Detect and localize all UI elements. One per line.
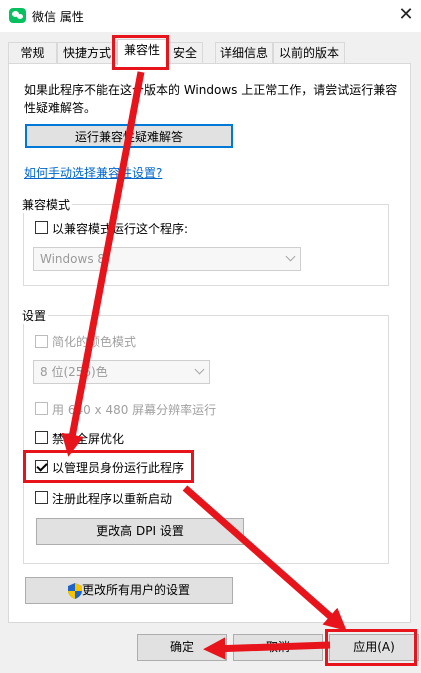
tab-previous-versions[interactable]: 以前的版本 <box>273 42 345 63</box>
color-mode-select-value: 8 位(256)色 <box>40 365 108 379</box>
change-all-users-button[interactable]: 更改所有用户的设置 <box>25 577 233 604</box>
tab-details[interactable]: 详细信息 <box>215 42 273 63</box>
window-title: 微信 属性 <box>32 10 84 24</box>
tab-security[interactable]: 安全 <box>167 42 203 63</box>
run-as-admin-checkbox[interactable] <box>35 460 48 473</box>
res-640-label: 用 640 x 480 屏幕分辨率运行 <box>52 403 217 417</box>
settings-group-label: 设置 <box>20 307 49 324</box>
tab-highlight-box <box>112 35 169 70</box>
compat-mode-select[interactable]: Windows 8 <box>33 247 301 271</box>
compat-mode-label: 以兼容模式运行这个程序: <box>52 222 189 236</box>
compat-mode-checkbox[interactable] <box>35 221 48 234</box>
reduced-color-label: 简化的颜色模式 <box>52 335 137 349</box>
tab-general[interactable]: 常规 <box>8 42 57 63</box>
manual-compat-link[interactable]: 如何手动选择兼容性设置? <box>24 164 162 181</box>
uac-shield-icon <box>68 583 82 599</box>
change-dpi-button[interactable]: 更改高 DPI 设置 <box>36 518 244 545</box>
register-restart-checkbox[interactable] <box>35 491 48 504</box>
disable-fullscreen-label: 禁用全屏优化 <box>52 432 125 446</box>
compat-mode-group-label: 兼容模式 <box>20 196 73 213</box>
color-mode-select[interactable]: 8 位(256)色 <box>33 360 210 384</box>
disable-fullscreen-checkbox[interactable] <box>35 431 48 444</box>
compat-intro-text: 如果此程序不能在这个版本的 Windows 上正常工作，请尝试运行兼容性疑难解答… <box>24 83 398 115</box>
reduced-color-checkbox[interactable] <box>35 335 48 348</box>
compat-mode-group: 兼容模式 <box>20 196 389 286</box>
res-640-checkbox[interactable] <box>35 402 48 415</box>
close-icon[interactable]: ✕ <box>396 5 416 25</box>
run-as-admin-label: 以管理员身份运行此程序 <box>52 461 185 475</box>
cancel-button[interactable]: 取消 <box>233 634 323 661</box>
chevron-down-icon <box>285 251 296 262</box>
register-restart-label: 注册此程序以重新启动 <box>52 492 173 506</box>
tab-shortcut[interactable]: 快捷方式 <box>57 42 117 63</box>
run-troubleshooter-button[interactable]: 运行兼容性疑难解答 <box>25 124 233 148</box>
chevron-down-icon <box>194 364 205 375</box>
wechat-icon <box>9 8 26 23</box>
ok-button[interactable]: 确定 <box>137 634 227 661</box>
compat-mode-select-value: Windows 8 <box>40 252 106 266</box>
apply-highlight-box <box>325 629 417 666</box>
change-all-users-label: 更改所有用户的设置 <box>81 583 190 597</box>
title-bar: 微信 属性 ✕ <box>0 0 421 32</box>
